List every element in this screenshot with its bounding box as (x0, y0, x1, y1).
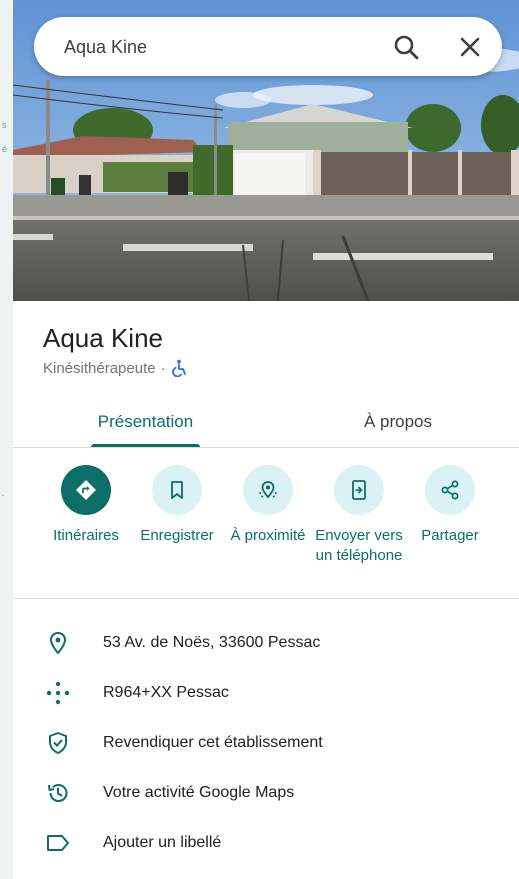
place-title: Aqua Kine (43, 323, 163, 353)
send-to-phone-button-circle (334, 465, 384, 515)
directions-icon (76, 480, 96, 500)
place-category[interactable]: Kinésithérapeute (43, 360, 156, 377)
nearby-button-circle (243, 465, 293, 515)
send-to-phone-button[interactable]: Envoyer vers un téléphone (315, 465, 403, 566)
nearby-icon (259, 481, 277, 499)
search-button[interactable] (390, 31, 422, 63)
share-icon (441, 480, 459, 500)
claim-business-text: Revendiquer cet établissement (103, 734, 323, 751)
tab-label: À propos (363, 412, 433, 431)
action-label: Envoyer vers un téléphone (315, 527, 403, 564)
strip-mark: é (2, 144, 8, 154)
plus-code-text: R964+XX Pessac (103, 684, 229, 701)
maps-activity-text: Votre activité Google Maps (103, 784, 295, 801)
bookmark-icon (171, 481, 183, 499)
address-text: 53 Av. de Noës, 33600 Pessac (103, 634, 321, 651)
action-label: Enregistrer (140, 527, 214, 544)
address-row[interactable]: 53 Av. de Noës, 33600 Pessac (13, 619, 519, 667)
directions-button-circle (61, 465, 111, 515)
action-label: À proximité (230, 527, 306, 544)
tab-presentation[interactable]: Présentation (91, 397, 200, 447)
plus-code-row[interactable]: R964+XX Pessac (13, 669, 519, 717)
separator-dot: · (160, 359, 166, 377)
share-button-circle (425, 465, 475, 515)
search-icon (394, 35, 419, 60)
tab-label: Présentation (97, 412, 194, 431)
verified-shield-icon (45, 730, 71, 756)
action-buttons: Itinéraires Enregistrer À proximité Envo… (13, 465, 519, 597)
save-button-circle (152, 465, 202, 515)
add-label-text: Ajouter un libellé (103, 834, 222, 851)
wheelchair-accessible-icon (171, 359, 186, 377)
side-strip: s é . (0, 0, 13, 879)
add-label-row[interactable]: Ajouter un libellé (13, 819, 519, 867)
tab-about[interactable]: À propos (343, 397, 453, 447)
label-icon (45, 830, 71, 856)
strip-mark: . (2, 488, 5, 498)
action-label: Partager (421, 527, 479, 544)
search-input[interactable] (62, 29, 386, 65)
location-pin-icon (45, 630, 71, 656)
strip-mark: s (2, 120, 7, 130)
search-box (34, 17, 502, 76)
save-button[interactable]: Enregistrer (133, 465, 221, 546)
nearby-button[interactable]: À proximité (224, 465, 312, 546)
section-divider (13, 598, 519, 599)
close-icon (460, 37, 480, 57)
clear-search-button[interactable] (454, 31, 486, 63)
claim-business-row[interactable]: Revendiquer cet établissement (13, 719, 519, 767)
place-tabs: Présentation À propos (13, 397, 519, 448)
place-subtitle: Kinésithérapeute · (43, 359, 187, 377)
directions-button[interactable]: Itinéraires (42, 465, 130, 546)
share-button[interactable]: Partager (406, 465, 494, 546)
history-icon (45, 780, 71, 806)
plus-code-icon (45, 680, 71, 706)
maps-activity-row[interactable]: Votre activité Google Maps (13, 769, 519, 817)
active-tab-indicator (91, 444, 200, 447)
send-to-phone-icon (352, 480, 366, 500)
place-panel: Aqua Kine Kinésithérapeute · Présentatio… (13, 0, 519, 879)
action-label: Itinéraires (53, 527, 119, 544)
